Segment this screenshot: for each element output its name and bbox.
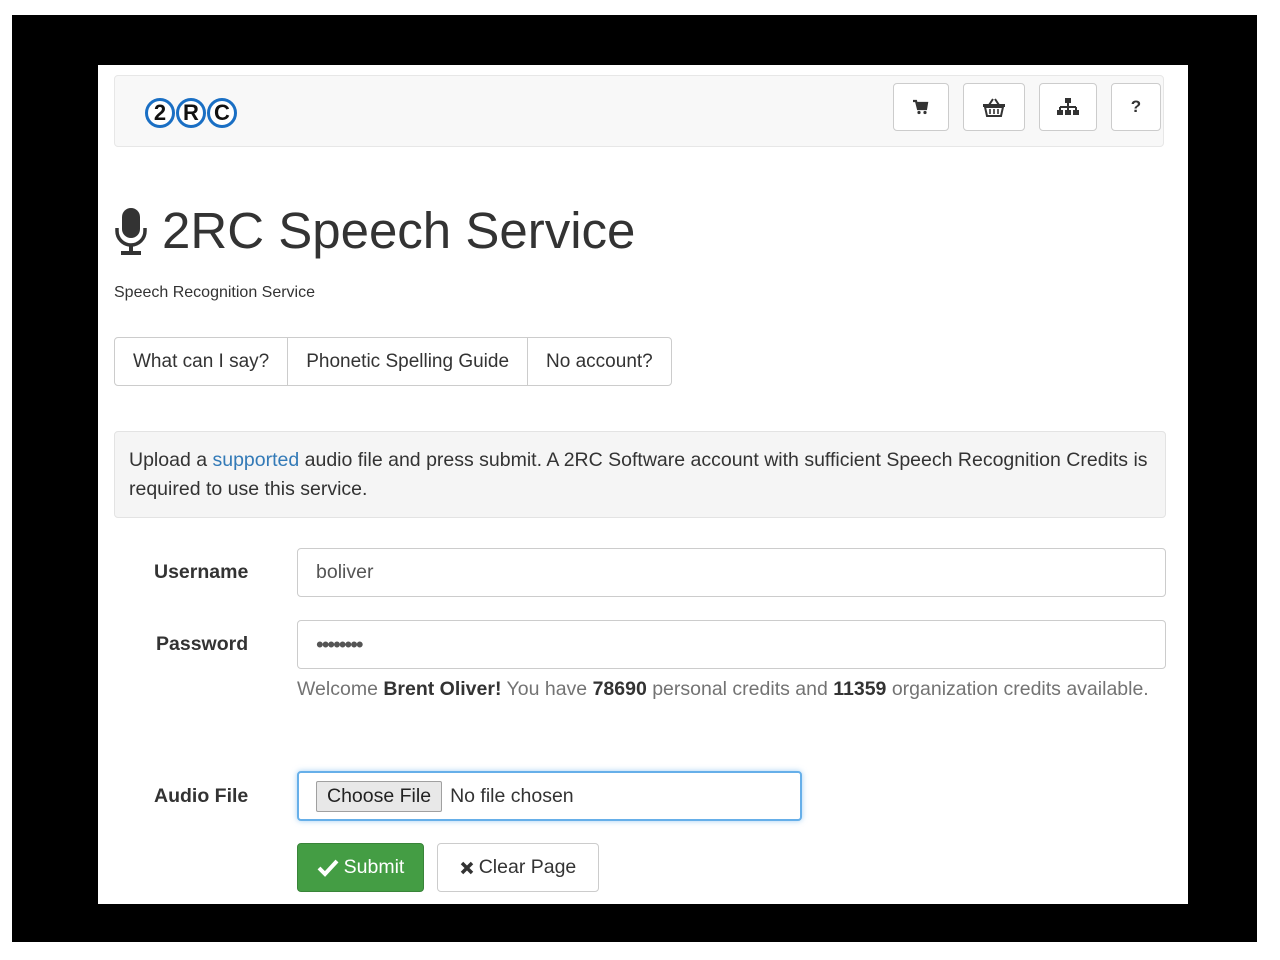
clear-page-button[interactable]: Clear Page — [437, 843, 599, 892]
clear-page-label: Clear Page — [478, 856, 577, 878]
screen-border-bottom — [12, 904, 1257, 942]
organization-credits: 11359 — [833, 678, 887, 700]
shopping-cart-icon — [913, 99, 929, 115]
help-button[interactable]: ? — [1111, 83, 1161, 131]
nav-buttons: ? — [893, 83, 1161, 131]
basket-icon — [983, 98, 1005, 117]
logo-letter: C — [207, 98, 237, 128]
check-icon — [317, 859, 339, 877]
cart-button[interactable] — [893, 83, 949, 131]
close-icon — [460, 861, 474, 875]
choose-file-button[interactable]: Choose File — [316, 780, 443, 812]
personal-credits: 78690 — [592, 678, 647, 700]
logo-letter: 2 — [145, 98, 175, 128]
username-field[interactable]: boliver — [297, 548, 1166, 597]
password-field[interactable]: •••••••• — [297, 620, 1166, 669]
welcome-prefix: Welcome — [297, 678, 384, 700]
sitemap-icon — [1057, 98, 1079, 115]
no-account-button[interactable]: No account? — [527, 337, 672, 386]
audio-file-label: Audio File — [154, 785, 249, 807]
submit-label: Submit — [343, 856, 405, 878]
phonetic-spelling-guide-button[interactable]: Phonetic Spelling Guide — [287, 337, 529, 386]
welcome-message: Welcome Brent Oliver! You have 78690 per… — [297, 675, 1157, 704]
welcome-mid2: personal credits and — [646, 678, 834, 700]
screen-border-top — [12, 15, 1257, 65]
supported-link[interactable]: supported — [212, 449, 299, 471]
page: 2 R C ? 2RC Speech Service Speech Recogn… — [98, 65, 1188, 904]
no-file-text: No file chosen — [450, 784, 574, 807]
username-label: Username — [154, 561, 249, 583]
help-tabs: What can I say? Phonetic Spelling Guide … — [114, 337, 672, 386]
navbar: 2 R C ? — [114, 75, 1164, 147]
info-text-prefix: Upload a — [129, 449, 213, 471]
what-can-i-say-button[interactable]: What can I say? — [114, 337, 289, 386]
password-label: Password — [156, 633, 249, 655]
username-value: boliver — [316, 561, 374, 583]
logo[interactable]: 2 R C — [145, 98, 237, 136]
password-value: •••••••• — [316, 631, 364, 657]
audio-file-input[interactable]: Choose File No file chosen — [297, 771, 802, 821]
user-full-name: Brent Oliver! — [383, 678, 502, 700]
submit-button[interactable]: Submit — [297, 843, 424, 892]
info-panel: Upload a supported audio file and press … — [114, 431, 1166, 518]
welcome-suffix: organization credits available. — [886, 678, 1149, 700]
page-title: 2RC Speech Service — [162, 202, 636, 259]
welcome-mid1: You have — [501, 678, 593, 700]
sitemap-button[interactable] — [1039, 83, 1097, 131]
page-header: 2RC Speech Service — [114, 205, 635, 256]
microphone-icon — [115, 207, 147, 255]
basket-button[interactable] — [963, 83, 1025, 131]
page-subtitle: Speech Recognition Service — [114, 284, 316, 301]
screen-border-left — [12, 15, 98, 942]
logo-letter: R — [176, 98, 206, 128]
screen-border-right — [1188, 15, 1257, 942]
